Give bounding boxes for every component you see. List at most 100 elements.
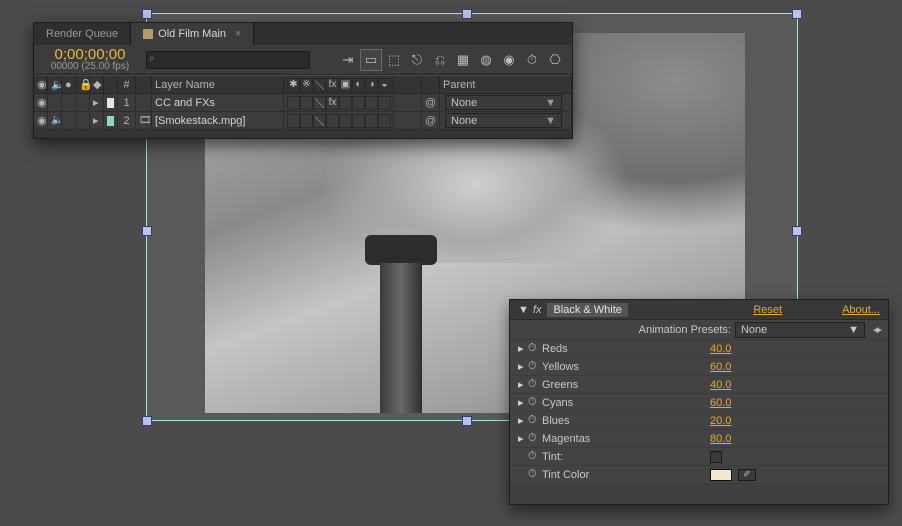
layer-switch[interactable] bbox=[287, 114, 300, 128]
layer-switch[interactable] bbox=[365, 114, 378, 128]
property-value[interactable]: 40.0 bbox=[710, 379, 731, 391]
effect-enable-icon[interactable]: fx bbox=[533, 304, 542, 316]
stopwatch-icon[interactable]: ⏱ bbox=[528, 414, 542, 427]
layer-switch[interactable] bbox=[326, 114, 339, 128]
tab-render-queue[interactable]: Render Queue bbox=[34, 23, 131, 45]
col-color[interactable] bbox=[104, 76, 118, 93]
switch-header-icon[interactable]: ▣ bbox=[339, 78, 352, 92]
tool-icon[interactable]: ⎔ bbox=[544, 49, 566, 71]
close-tab-icon[interactable]: × bbox=[235, 28, 241, 40]
effect-reset-link[interactable]: Reset bbox=[753, 304, 782, 316]
layer-solo-toggle[interactable] bbox=[62, 94, 76, 111]
layer-mode[interactable] bbox=[394, 112, 422, 129]
property-twirl[interactable]: ▸ bbox=[518, 414, 528, 427]
eyedropper-icon[interactable]: ✐ bbox=[738, 469, 756, 481]
current-time[interactable]: 0;00;00;00 00000 (25.00 fps) bbox=[34, 47, 146, 72]
layer-switch[interactable]: ＼ bbox=[313, 114, 326, 128]
tool-icon[interactable]: ▭ bbox=[360, 49, 382, 71]
stopwatch-icon[interactable]: ⏱ bbox=[528, 468, 542, 481]
layer-switch[interactable] bbox=[352, 114, 365, 128]
tint-checkbox[interactable] bbox=[710, 451, 722, 463]
layer-lock-toggle[interactable] bbox=[76, 94, 90, 111]
property-value[interactable]: 20.0 bbox=[710, 415, 731, 427]
stopwatch-icon[interactable]: ⏱ bbox=[528, 450, 542, 463]
layer-twirl[interactable]: ▸ bbox=[90, 112, 104, 129]
layer-row[interactable]: ◉ ▸ 1 CC and FXs ＼ fx @ None ▼ bbox=[34, 94, 572, 112]
property-twirl[interactable]: ▸ bbox=[518, 342, 528, 355]
col-label[interactable]: ◆ bbox=[90, 76, 104, 93]
layer-switch[interactable]: ＼ bbox=[313, 96, 326, 110]
property-twirl[interactable]: ▸ bbox=[518, 396, 528, 409]
tool-icon[interactable]: ⏱ bbox=[521, 49, 543, 71]
effect-twirl[interactable]: ▼ bbox=[518, 304, 529, 316]
presets-dropdown[interactable]: None ▼ bbox=[735, 322, 865, 338]
bbox-handle[interactable] bbox=[463, 10, 471, 18]
layer-switch[interactable] bbox=[287, 96, 300, 110]
effect-name[interactable]: Black & White bbox=[547, 303, 627, 317]
switch-header-icon[interactable]: ◐ bbox=[352, 78, 365, 92]
tool-icon[interactable]: ⇥ bbox=[337, 49, 359, 71]
stopwatch-icon[interactable]: ⏱ bbox=[528, 396, 542, 409]
layer-name[interactable]: [Smokestack.mpg] bbox=[152, 112, 284, 129]
layer-visibility-toggle[interactable]: ◉ bbox=[34, 112, 48, 129]
property-value[interactable]: 80.0 bbox=[710, 433, 731, 445]
property-twirl[interactable]: ▸ bbox=[518, 378, 528, 391]
switch-header-icon[interactable]: ◑ bbox=[365, 78, 378, 92]
parent-pickwhip-icon[interactable]: @ bbox=[422, 112, 440, 129]
switch-header-icon[interactable]: ※ bbox=[300, 78, 313, 92]
switch-header-icon[interactable]: ✱ bbox=[287, 78, 300, 92]
col-visibility-icon[interactable]: ◉ bbox=[34, 76, 48, 93]
parent-pickwhip-icon[interactable]: @ bbox=[422, 94, 440, 111]
parent-dropdown[interactable]: None ▼ bbox=[445, 113, 562, 128]
layer-twirl[interactable]: ▸ bbox=[90, 94, 104, 111]
layer-switch[interactable] bbox=[352, 96, 365, 110]
layer-solo-toggle[interactable] bbox=[62, 112, 76, 129]
layer-lock-toggle[interactable] bbox=[76, 112, 90, 129]
layer-switch[interactable] bbox=[300, 96, 313, 110]
layer-audio-toggle[interactable] bbox=[48, 94, 62, 111]
switch-header-icon[interactable]: ＼ bbox=[313, 78, 326, 92]
col-layer-name[interactable]: Layer Name bbox=[152, 76, 284, 93]
layer-color-swatch[interactable] bbox=[104, 112, 118, 129]
layer-switch[interactable] bbox=[378, 96, 391, 110]
bbox-handle[interactable] bbox=[463, 417, 471, 425]
layer-switch[interactable] bbox=[365, 96, 378, 110]
property-value[interactable]: 60.0 bbox=[710, 397, 731, 409]
property-value[interactable]: 60.0 bbox=[710, 361, 731, 373]
bbox-handle[interactable] bbox=[793, 10, 801, 18]
tool-icon[interactable]: ◉ bbox=[498, 49, 520, 71]
bbox-handle[interactable] bbox=[793, 227, 801, 235]
tool-icon[interactable]: ▦ bbox=[452, 49, 474, 71]
property-twirl[interactable]: ▸ bbox=[518, 360, 528, 373]
col-mode[interactable] bbox=[394, 76, 422, 93]
tool-icon[interactable]: ◍ bbox=[475, 49, 497, 71]
layer-audio-toggle[interactable]: 🔈 bbox=[48, 112, 62, 129]
bbox-handle[interactable] bbox=[143, 417, 151, 425]
layer-mode[interactable] bbox=[394, 94, 422, 111]
layer-color-swatch[interactable] bbox=[104, 94, 118, 111]
stopwatch-icon[interactable]: ⏱ bbox=[528, 378, 542, 391]
col-solo-icon[interactable]: ● bbox=[62, 76, 76, 93]
parent-dropdown[interactable]: None ▼ bbox=[445, 95, 562, 110]
bbox-handle[interactable] bbox=[143, 10, 151, 18]
tab-composition[interactable]: Old Film Main × bbox=[131, 23, 254, 45]
layer-switch[interactable]: fx bbox=[326, 96, 339, 110]
presets-nav-arrows[interactable]: ◂▸ bbox=[873, 323, 880, 336]
property-twirl[interactable]: ▸ bbox=[518, 432, 528, 445]
property-value[interactable]: 40.0 bbox=[710, 343, 731, 355]
layer-switch[interactable] bbox=[339, 114, 352, 128]
layer-visibility-toggle[interactable]: ◉ bbox=[34, 94, 48, 111]
layer-switch[interactable] bbox=[339, 96, 352, 110]
tool-icon[interactable]: ⎌ bbox=[429, 49, 451, 71]
layer-row[interactable]: ◉ 🔈 ▸ 2 🎞 [Smokestack.mpg] ＼ @ None bbox=[34, 112, 572, 130]
stopwatch-icon[interactable]: ⏱ bbox=[528, 342, 542, 355]
switch-header-icon[interactable]: ◒ bbox=[378, 78, 391, 92]
layer-switch[interactable] bbox=[378, 114, 391, 128]
stopwatch-icon[interactable]: ⏱ bbox=[528, 432, 542, 445]
effect-about-link[interactable]: About... bbox=[842, 304, 880, 316]
col-index[interactable]: # bbox=[118, 76, 136, 93]
tool-icon[interactable]: ⎋ bbox=[406, 49, 428, 71]
stopwatch-icon[interactable]: ⏱ bbox=[528, 360, 542, 373]
col-audio-icon[interactable]: 🔈 bbox=[48, 76, 62, 93]
col-lock-icon[interactable]: 🔒 bbox=[76, 76, 90, 93]
